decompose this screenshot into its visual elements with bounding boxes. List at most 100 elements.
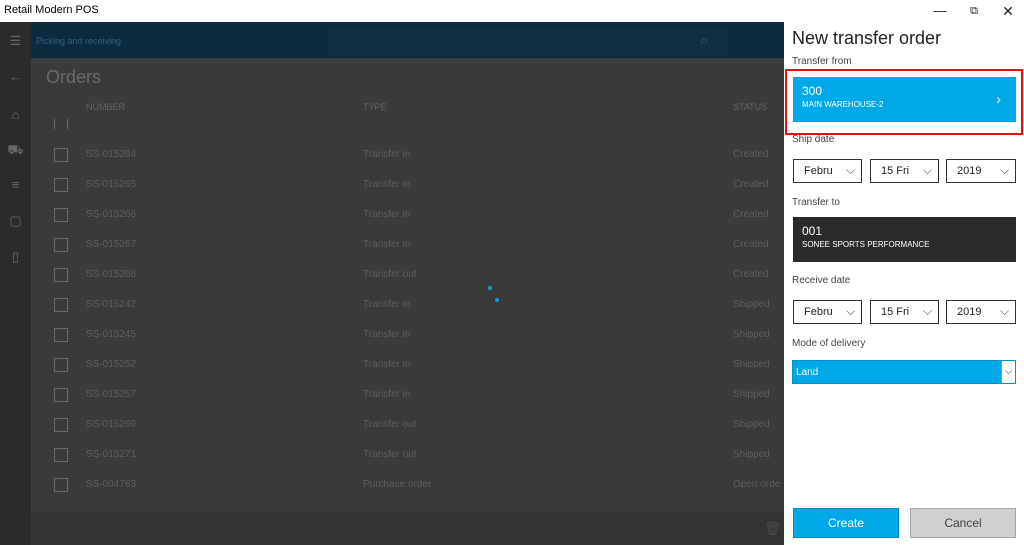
order-number: SS-015252 [86, 359, 137, 370]
orders-icon[interactable]: ≡ [0, 172, 31, 198]
order-type: Transfer in [363, 209, 411, 220]
chevron-down-icon: ⌵ [1001, 361, 1015, 383]
search-icon[interactable]: ⌕ [700, 32, 708, 49]
mode-of-delivery-select[interactable]: Land ⌵ [792, 360, 1016, 384]
row-checkbox[interactable] [54, 268, 68, 282]
transfer-from-label: Transfer from [792, 56, 852, 67]
table-row[interactable]: SS-015263 Transfer in Created [31, 119, 784, 129]
table-row[interactable]: SS-015242 Transfer in Shipped [31, 291, 784, 321]
order-number: SS-015263 [86, 119, 136, 122]
column-header-number[interactable]: NUMBER [86, 102, 125, 112]
order-type: Transfer in [363, 239, 411, 250]
ship-year-select[interactable]: 2019 ⌵ [946, 159, 1016, 183]
row-checkbox[interactable] [54, 178, 68, 192]
order-number: SS-015245 [86, 329, 137, 340]
order-status: Open orde [733, 479, 781, 490]
row-checkbox[interactable] [54, 148, 68, 162]
window-titlebar: Retail Modern POS — ⧉ ✕ [0, 0, 1024, 22]
row-checkbox[interactable] [54, 328, 68, 342]
order-type: Transfer in [363, 299, 411, 310]
loading-spinner-dot [495, 298, 499, 302]
close-button[interactable]: ✕ [994, 2, 1022, 20]
transfer-to-code: 001 [802, 224, 823, 238]
order-type: Purchase order [363, 479, 432, 490]
row-checkbox[interactable] [54, 388, 68, 402]
row-checkbox[interactable] [54, 298, 68, 312]
ship-month-value: Febru [804, 165, 833, 177]
breadcrumb[interactable]: Picking and receiving [36, 36, 121, 46]
order-status: Created [733, 179, 769, 190]
table-row[interactable]: SS-015268 Transfer out Created [31, 261, 784, 291]
order-number: SS-004763 [86, 479, 137, 490]
order-type: Transfer in [363, 359, 411, 370]
receive-year-select[interactable]: 2019 ⌵ [946, 300, 1016, 324]
ship-month-select[interactable]: Febru ⌵ [793, 159, 862, 183]
chevron-down-icon: ⌵ [923, 304, 933, 318]
transfer-to-tile[interactable]: 001 SONEE SPORTS PERFORMANCE [793, 217, 1016, 262]
transfer-from-tile[interactable]: 300 MAIN WAREHOUSE-2 › [793, 77, 1016, 122]
table-row[interactable]: SS-015252 Transfer in Shipped [31, 351, 784, 381]
ship-day-select[interactable]: 15 Fri ⌵ [870, 159, 939, 183]
order-type: Transfer in [363, 119, 410, 122]
table-row[interactable]: SS-015245 Transfer in Shipped [31, 321, 784, 351]
transfer-to-name: SONEE SPORTS PERFORMANCE [802, 240, 930, 249]
order-status: Created [733, 149, 769, 160]
row-checkbox[interactable] [54, 208, 68, 222]
ship-year-value: 2019 [957, 165, 982, 177]
row-checkbox[interactable] [54, 358, 68, 372]
order-number: SS-015265 [86, 179, 137, 190]
table-row[interactable]: SS-015265 Transfer in Created [31, 171, 784, 201]
row-checkbox[interactable] [54, 478, 68, 492]
create-button[interactable]: Create [793, 508, 899, 538]
column-header-type[interactable]: TYPE [363, 102, 387, 112]
receive-day-select[interactable]: 15 Fri ⌵ [870, 300, 939, 324]
chevron-down-icon: ⌵ [846, 304, 856, 318]
receive-day-value: 15 Fri [881, 306, 910, 318]
table-row[interactable]: SS-015267 Transfer in Created [31, 231, 784, 261]
order-number: SS-015267 [86, 239, 137, 250]
row-checkbox[interactable] [54, 119, 68, 129]
order-type: Transfer in [363, 329, 411, 340]
order-status: Shipped [733, 419, 770, 430]
chevron-down-icon: ⌵ [846, 163, 856, 177]
order-status: Shipped [733, 449, 770, 460]
receive-month-select[interactable]: Febru ⌵ [793, 300, 862, 324]
restore-button[interactable]: ⧉ [960, 2, 988, 20]
trash-icon[interactable]: 🗑 [764, 521, 781, 537]
gift-card-icon[interactable]: ▯ [0, 244, 31, 270]
chevron-down-icon: ⌵ [1000, 163, 1010, 177]
shopping-bag-icon[interactable]: ▢ [0, 208, 31, 234]
table-row[interactable]: SS-015257 Transfer in Shipped [31, 381, 784, 411]
transfer-from-code: 300 [802, 84, 823, 98]
order-status: Created [733, 269, 769, 280]
table-row[interactable]: SS-015264 Transfer in Created [31, 141, 784, 171]
order-status: Shipped [733, 389, 770, 400]
table-row[interactable]: SS-015269 Transfer out Shipped [31, 411, 784, 441]
search-input[interactable]: ⌕ [328, 26, 728, 56]
back-arrow-icon[interactable]: ← [0, 64, 31, 90]
row-checkbox[interactable] [54, 238, 68, 252]
chevron-right-icon: › [996, 91, 1001, 108]
receive-year-value: 2019 [957, 306, 982, 318]
column-header-status[interactable]: STATUS [733, 102, 767, 112]
table-row[interactable]: SS-015271 Transfer out Shipped [31, 441, 784, 471]
products-icon[interactable]: ⛟ [0, 137, 31, 163]
row-checkbox[interactable] [54, 418, 68, 432]
app-bar: 🗑 [31, 512, 784, 545]
order-type: Transfer in [363, 149, 411, 160]
hamburger-icon[interactable]: ☰ [0, 28, 31, 54]
chevron-down-icon: ⌵ [923, 163, 933, 177]
order-number: SS-015242 [86, 299, 137, 310]
table-row[interactable]: SS-015266 Transfer in Created [31, 201, 784, 231]
minimize-button[interactable]: — [926, 2, 954, 20]
order-number: SS-015269 [86, 419, 137, 430]
order-number: SS-015264 [86, 149, 137, 160]
cancel-button[interactable]: Cancel [910, 508, 1016, 538]
home-icon[interactable]: ⌂ [0, 102, 31, 128]
order-number: SS-015257 [86, 389, 137, 400]
row-checkbox[interactable] [54, 448, 68, 462]
order-status: Created [733, 209, 769, 220]
order-status: Shipped [733, 359, 770, 370]
table-row[interactable]: SS-004763 Purchase order Open orde [31, 471, 784, 501]
ship-date-label: Ship date [792, 134, 835, 145]
